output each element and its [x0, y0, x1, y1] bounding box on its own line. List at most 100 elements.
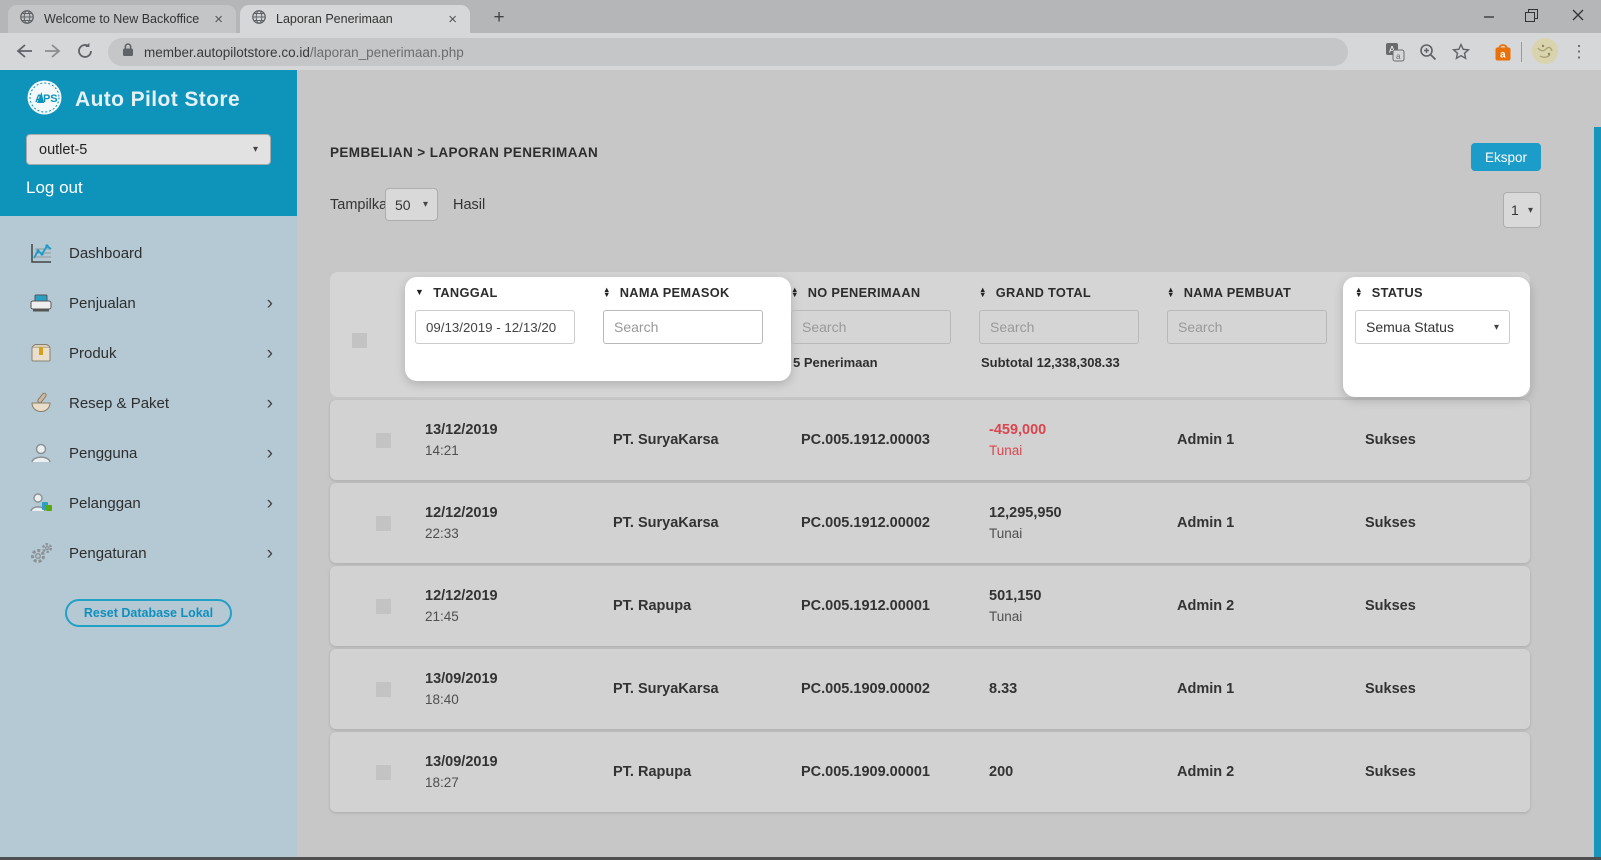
url-address-bar[interactable]: member.autopilotstore.co.id/laporan_pene… [108, 38, 1348, 66]
select-all-checkbox[interactable] [352, 333, 367, 348]
column-label: NAMA PEMBUAT [1184, 285, 1291, 300]
row-checkbox[interactable] [376, 599, 391, 614]
sidebar: APS Auto Pilot Store outlet-5 ▾ Log out … [0, 70, 297, 857]
cell-creator: Admin 1 [1177, 432, 1355, 448]
column-header-penerimaan[interactable]: ▲▼ NO PENERIMAAN [791, 285, 920, 300]
row-checkbox[interactable] [376, 516, 391, 531]
reset-database-button[interactable]: Reset Database Lokal [65, 599, 232, 627]
mortar-pestle-icon [26, 391, 56, 415]
sort-desc-icon: ▼ [415, 288, 424, 297]
sidebar-item-pengaturan[interactable]: Pengaturan › [0, 528, 297, 578]
column-header-pemasok[interactable]: ▲▼ NAMA PEMASOK [603, 285, 730, 300]
aps-logo: APS [26, 79, 63, 121]
total-search-input[interactable] [979, 310, 1139, 344]
logout-link[interactable]: Log out [26, 178, 83, 198]
column-header-tanggal[interactable]: ▼ TANGGAL [415, 285, 498, 300]
url-domain: member.autopilotstore.co.id [144, 45, 310, 60]
window-minimize-button[interactable] [1473, 0, 1505, 30]
row-checkbox[interactable] [376, 765, 391, 780]
sidebar-item-pelanggan[interactable]: Pelanggan › [0, 478, 297, 528]
sidebar-header: APS Auto Pilot Store outlet-5 ▾ Log out [0, 70, 297, 216]
sidebar-item-dashboard[interactable]: Dashboard [0, 228, 297, 278]
cell-supplier: PT. SuryaKarsa [613, 681, 791, 697]
column-label: STATUS [1372, 285, 1423, 300]
supplier-search-input[interactable] [603, 310, 763, 344]
lock-icon[interactable] [122, 42, 134, 62]
cell-receipt-no: PC.005.1912.00001 [801, 598, 979, 614]
extension-bag-icon[interactable]: a [1490, 39, 1516, 65]
sidebar-item-label: Produk [69, 345, 117, 362]
translate-icon[interactable]: Aa [1382, 39, 1408, 65]
main-content: PEMBELIAN > LAPORAN PENERIMAAN Ekspor Ta… [297, 70, 1593, 860]
cell-date: 13/12/2019 [425, 422, 603, 438]
sidebar-item-label: Resep & Paket [69, 395, 169, 412]
globe-favicon-icon [251, 9, 267, 30]
table-row[interactable]: 12/12/201922:33 PT. SuryaKarsa PC.005.19… [330, 483, 1530, 563]
row-checkbox[interactable] [376, 433, 391, 448]
sort-icon: ▲▼ [603, 288, 611, 297]
profile-avatar[interactable] [1532, 38, 1558, 64]
page-size-select[interactable]: 50 ▾ [385, 188, 438, 221]
sidebar-item-resep-paket[interactable]: Resep & Paket › [0, 378, 297, 428]
browser-tab-active[interactable]: Laporan Penerimaan × [240, 5, 470, 33]
cell-date: 13/09/2019 [425, 671, 603, 687]
table-row[interactable]: 13/12/201914:21 PT. SuryaKarsa PC.005.19… [330, 400, 1530, 480]
browser-menu-icon[interactable]: ⋮ [1568, 39, 1590, 65]
sidebar-item-pengguna[interactable]: Pengguna › [0, 428, 297, 478]
cell-receipt-no: PC.005.1912.00002 [801, 515, 979, 531]
cell-time: 21:45 [425, 609, 603, 624]
new-tab-button[interactable]: + [486, 6, 512, 30]
browser-tab-inactive[interactable]: Welcome to New Backoffice × [8, 5, 236, 33]
forward-button[interactable] [39, 36, 69, 66]
date-range-filter-input[interactable] [415, 310, 575, 344]
page-number-select[interactable]: 1 ▾ [1503, 192, 1541, 228]
cell-grand-total: -459,000 [989, 422, 1167, 438]
sidebar-item-label: Pelanggan [69, 495, 141, 512]
row-checkbox[interactable] [376, 682, 391, 697]
sidebar-item-label: Pengguna [69, 445, 137, 462]
cell-grand-total: 8.33 [989, 681, 1167, 697]
caret-down-icon: ▾ [423, 199, 428, 210]
table-row[interactable]: 13/09/201918:27 PT. Rapupa PC.005.1909.0… [330, 732, 1530, 812]
creator-search-input[interactable] [1167, 310, 1327, 344]
export-button[interactable]: Ekspor [1471, 143, 1541, 171]
cell-status: Sukses [1365, 432, 1530, 448]
zoom-icon[interactable] [1415, 39, 1441, 65]
back-button[interactable] [8, 36, 38, 66]
bookmark-star-icon[interactable] [1448, 39, 1474, 65]
column-label: GRAND TOTAL [996, 285, 1091, 300]
tab-close-icon[interactable]: × [209, 12, 228, 27]
cash-register-icon [26, 291, 56, 315]
sidebar-item-produk[interactable]: Produk › [0, 328, 297, 378]
chevron-right-icon: › [267, 394, 273, 413]
column-label: NO PENERIMAAN [808, 285, 921, 300]
table-row[interactable]: 13/09/201918:40 PT. SuryaKarsa PC.005.19… [330, 649, 1530, 729]
column-header-pembuat[interactable]: ▲▼ NAMA PEMBUAT [1167, 285, 1291, 300]
window-close-button[interactable] [1562, 0, 1594, 30]
reload-button[interactable] [70, 36, 100, 66]
table-row[interactable]: 12/12/201921:45 PT. Rapupa PC.005.1912.0… [330, 566, 1530, 646]
column-header-total[interactable]: ▲▼ GRAND TOTAL [979, 285, 1091, 300]
cell-supplier: PT. SuryaKarsa [613, 432, 791, 448]
chevron-right-icon: › [267, 344, 273, 363]
outlet-select[interactable]: outlet-5 ▾ [26, 134, 271, 165]
table-header: ▼ TANGGAL ▲▼ NAMA PEMASOK ▲▼ NO PENERI [330, 272, 1530, 397]
status-filter-value: Semua Status [1366, 319, 1454, 335]
svg-text:a: a [1396, 52, 1401, 61]
sidebar-item-label: Dashboard [69, 245, 142, 262]
window-restore-button[interactable] [1515, 0, 1547, 30]
tab-close-icon[interactable]: × [443, 12, 462, 27]
cell-payment: Tunai [989, 526, 1167, 541]
sidebar-item-penjualan[interactable]: Penjualan › [0, 278, 297, 328]
globe-favicon-icon [19, 9, 35, 30]
gear-icon [26, 541, 56, 565]
page-scrollbar[interactable] [1594, 127, 1601, 860]
page-number-value: 1 [1511, 202, 1519, 218]
receipt-no-search-input[interactable] [791, 310, 951, 344]
status-filter-select[interactable]: Semua Status ▾ [1355, 310, 1510, 344]
outlet-select-value: outlet-5 [39, 142, 87, 158]
column-header-status[interactable]: ▲▼ STATUS [1355, 285, 1423, 300]
sort-icon: ▲▼ [1355, 288, 1363, 297]
cell-receipt-no: PC.005.1909.00001 [801, 764, 979, 780]
cell-time: 18:40 [425, 692, 603, 707]
